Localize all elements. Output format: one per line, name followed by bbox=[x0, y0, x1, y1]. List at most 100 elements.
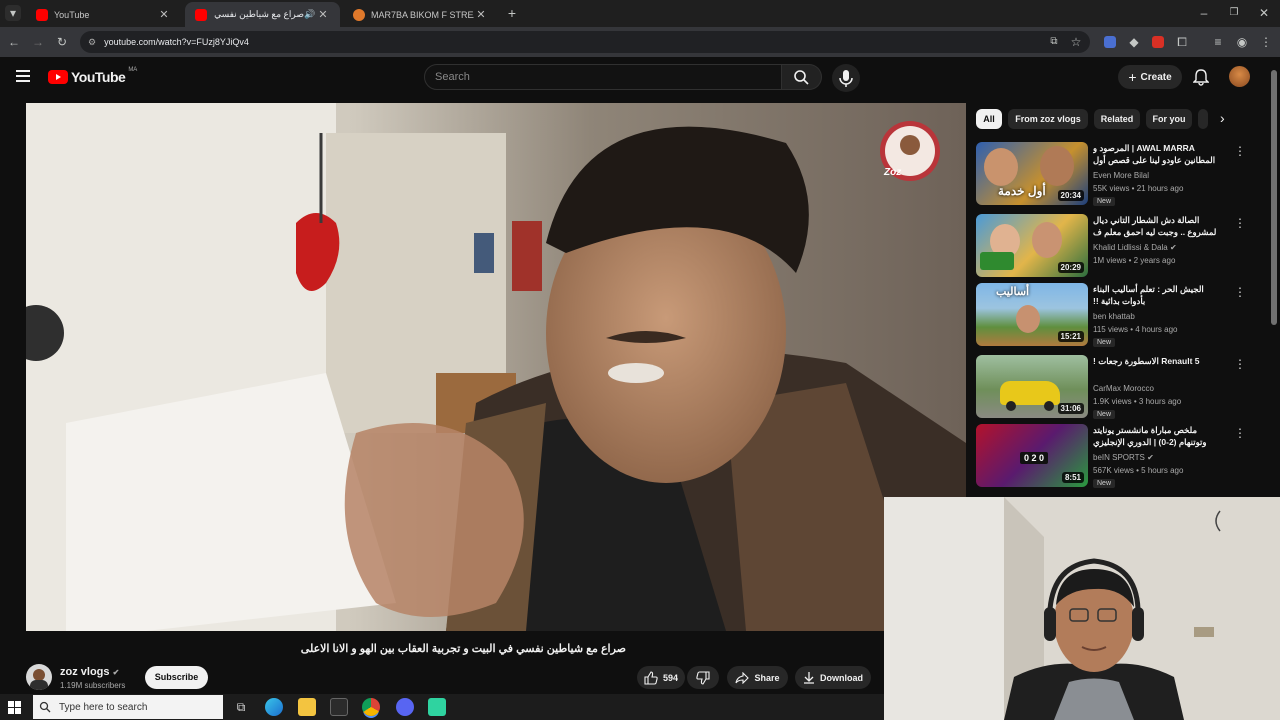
more-options-icon[interactable]: ⋮ bbox=[1234, 216, 1246, 230]
video-player[interactable]: Zoz bbox=[26, 103, 966, 631]
recommendation-channel[interactable]: Khalid Lidlissi & Dala ✔ bbox=[1093, 243, 1177, 252]
recommendation-title[interactable]: الجيش الحر : تعلم أساليب البناء بأدوات ب… bbox=[1093, 283, 1225, 307]
media-control-icon[interactable]: ≡ bbox=[1210, 34, 1226, 50]
task-view-icon[interactable]: ⧉ bbox=[232, 698, 250, 716]
channel-watermark[interactable]: Zoz bbox=[884, 167, 901, 178]
search-button[interactable] bbox=[782, 64, 822, 90]
chip-all[interactable]: All bbox=[976, 109, 1002, 129]
extension-red-icon[interactable] bbox=[1152, 36, 1164, 48]
speaker-icon[interactable]: 🔊 bbox=[304, 9, 316, 20]
recommendation-item[interactable]: 0 2 0 8:51 ملخص مباراة مانشستر يونايتد و… bbox=[976, 424, 1246, 488]
edge-browser-icon[interactable] bbox=[265, 698, 283, 716]
video-thumbnail[interactable]: أساليب 15:21 bbox=[976, 283, 1088, 346]
recommendation-item[interactable]: 20:29 الصالة دش الشطار التاني ديال لمشرو… bbox=[976, 214, 1246, 278]
restore-icon[interactable]: ❐ bbox=[1226, 5, 1242, 21]
taskbar-search-box[interactable]: Type here to search bbox=[33, 695, 223, 719]
page-scrollbar[interactable] bbox=[1271, 70, 1277, 325]
discord-icon[interactable] bbox=[396, 698, 414, 716]
recommendation-meta: 115 views • 4 hours ago bbox=[1093, 325, 1178, 334]
store-icon[interactable] bbox=[330, 698, 348, 716]
new-badge: New bbox=[1093, 479, 1116, 488]
microphone-icon bbox=[839, 70, 853, 87]
more-options-icon[interactable]: ⋮ bbox=[1234, 144, 1246, 158]
video-duration: 20:29 bbox=[1057, 262, 1084, 273]
taskbar-search-placeholder: Type here to search bbox=[59, 701, 148, 713]
recommendation-item[interactable]: 31:06 Renault 5 الاسطورة رجعات ! CarMax … bbox=[976, 355, 1246, 419]
download-button[interactable]: Download bbox=[795, 666, 871, 689]
minimize-icon[interactable]: – bbox=[1196, 5, 1212, 21]
thumbnail-text: أساليب bbox=[996, 286, 1030, 298]
video-title: صراع مع شياطين نفسي في البيت و تجربية ال… bbox=[300, 643, 626, 655]
reload-icon[interactable]: ↻ bbox=[54, 34, 70, 50]
site-info-icon[interactable]: ⚙ bbox=[88, 37, 96, 48]
hamburger-menu-icon[interactable] bbox=[16, 69, 32, 83]
window-close-icon[interactable]: ✕ bbox=[1256, 5, 1272, 21]
account-avatar[interactable] bbox=[1229, 66, 1250, 87]
more-options-icon[interactable]: ⋮ bbox=[1234, 426, 1246, 440]
windows-start-icon[interactable] bbox=[8, 701, 21, 714]
back-icon[interactable]: ← bbox=[6, 34, 22, 50]
channel-avatar[interactable] bbox=[26, 664, 52, 690]
extension-translate-icon[interactable] bbox=[1104, 36, 1116, 48]
notifications-bell-icon[interactable] bbox=[1192, 68, 1210, 86]
new-tab-icon[interactable]: + bbox=[504, 5, 520, 21]
search-placeholder: Search bbox=[435, 71, 470, 83]
extensions-puzzle-icon[interactable]: ⧠ bbox=[1174, 34, 1190, 50]
recommendation-title[interactable]: AWAL MARRA | المرصود و المطانين عاودو لي… bbox=[1093, 142, 1225, 167]
close-tab-icon[interactable]: ✕ bbox=[157, 8, 171, 21]
close-tab-icon[interactable]: ✕ bbox=[316, 8, 330, 21]
recommendation-channel[interactable]: beIN SPORTS ✔ bbox=[1093, 453, 1154, 462]
recommendation-title[interactable]: ملخص مباراة مانشستر يونايتد وتوتنهام (2-… bbox=[1093, 424, 1225, 449]
download-icon bbox=[804, 672, 814, 684]
video-duration: 20:34 bbox=[1057, 190, 1084, 201]
recommendation-channel[interactable]: ben khattab bbox=[1093, 312, 1135, 321]
extension-diamond-icon[interactable]: ◆ bbox=[1126, 34, 1142, 50]
subscribe-button[interactable]: Subscribe bbox=[145, 666, 208, 689]
chip-from-channel[interactable]: From zoz vlogs bbox=[1008, 109, 1088, 129]
chrome-browser-icon[interactable] bbox=[362, 698, 380, 716]
recommendation-channel[interactable]: CarMax Morocco bbox=[1093, 384, 1154, 393]
more-options-icon[interactable]: ⋮ bbox=[1234, 357, 1246, 371]
recommendation-title[interactable]: الصالة دش الشطار التاني ديال لمشروع .. و… bbox=[1093, 214, 1225, 239]
tab-stream[interactable]: MAR7BA BIKOM F STREAM (V4 ✕ bbox=[343, 2, 498, 27]
recommendation-item[interactable]: أساليب 15:21 الجيش الحر : تعلم أساليب ال… bbox=[976, 283, 1246, 347]
tab-current-video[interactable]: صراع مع شياطين نفسي في ا 🔊 ✕ bbox=[185, 2, 340, 27]
close-tab-icon[interactable]: ✕ bbox=[474, 8, 488, 21]
create-button[interactable]: + Create bbox=[1118, 65, 1182, 89]
address-bar[interactable]: ⚙ youtube.com/watch?v=FUzj8YJiQv4 bbox=[80, 31, 1090, 53]
recommendation-channel[interactable]: Even More Bilal bbox=[1093, 171, 1149, 180]
new-badge: New bbox=[1093, 197, 1116, 206]
bookmark-star-icon[interactable]: ☆ bbox=[1068, 34, 1084, 50]
recommendation-item[interactable]: أول خدمة 20:34 AWAL MARRA | المرصود و ال… bbox=[976, 142, 1246, 206]
video-thumbnail[interactable]: أول خدمة 20:34 bbox=[976, 142, 1088, 205]
forward-icon[interactable]: → bbox=[30, 34, 46, 50]
youtube-logo[interactable]: YouTube MA bbox=[48, 67, 137, 85]
verified-check-icon: ✔ bbox=[1147, 453, 1154, 462]
chip-for-you[interactable]: For you bbox=[1146, 109, 1192, 129]
app-icon[interactable] bbox=[428, 698, 446, 716]
channel-name[interactable]: zoz vlogs ✔ bbox=[60, 666, 119, 678]
search-icon bbox=[794, 70, 809, 85]
dislike-button[interactable] bbox=[687, 666, 719, 689]
browser-menu-icon[interactable]: ⋮ bbox=[1258, 34, 1274, 50]
video-duration: 8:51 bbox=[1061, 472, 1084, 483]
chip-related[interactable]: Related bbox=[1094, 109, 1140, 129]
tab-search-icon[interactable]: ▾ bbox=[5, 5, 21, 21]
video-thumbnail[interactable]: 20:29 bbox=[976, 214, 1088, 277]
share-button[interactable]: Share bbox=[727, 666, 788, 689]
tab-title: صراع مع شياطين نفسي في ا bbox=[213, 9, 304, 19]
install-app-icon[interactable]: ⧉ bbox=[1046, 34, 1062, 50]
voice-search-button[interactable] bbox=[832, 64, 860, 92]
video-thumbnail[interactable]: 0 2 0 8:51 bbox=[976, 424, 1088, 487]
stream-favicon-icon bbox=[353, 8, 365, 21]
profile-icon[interactable]: ◉ bbox=[1234, 34, 1250, 50]
search-input[interactable]: Search bbox=[424, 64, 782, 90]
file-explorer-icon[interactable] bbox=[298, 698, 316, 716]
more-options-icon[interactable]: ⋮ bbox=[1234, 285, 1246, 299]
video-thumbnail[interactable]: 31:06 bbox=[976, 355, 1088, 418]
recommendation-title[interactable]: Renault 5 الاسطورة رجعات ! bbox=[1093, 355, 1225, 367]
like-button[interactable]: 594 bbox=[637, 666, 685, 689]
chip-more[interactable] bbox=[1198, 109, 1208, 129]
chevron-right-icon[interactable]: › bbox=[1220, 110, 1225, 126]
tab-youtube-home[interactable]: YouTube ✕ bbox=[26, 2, 181, 27]
